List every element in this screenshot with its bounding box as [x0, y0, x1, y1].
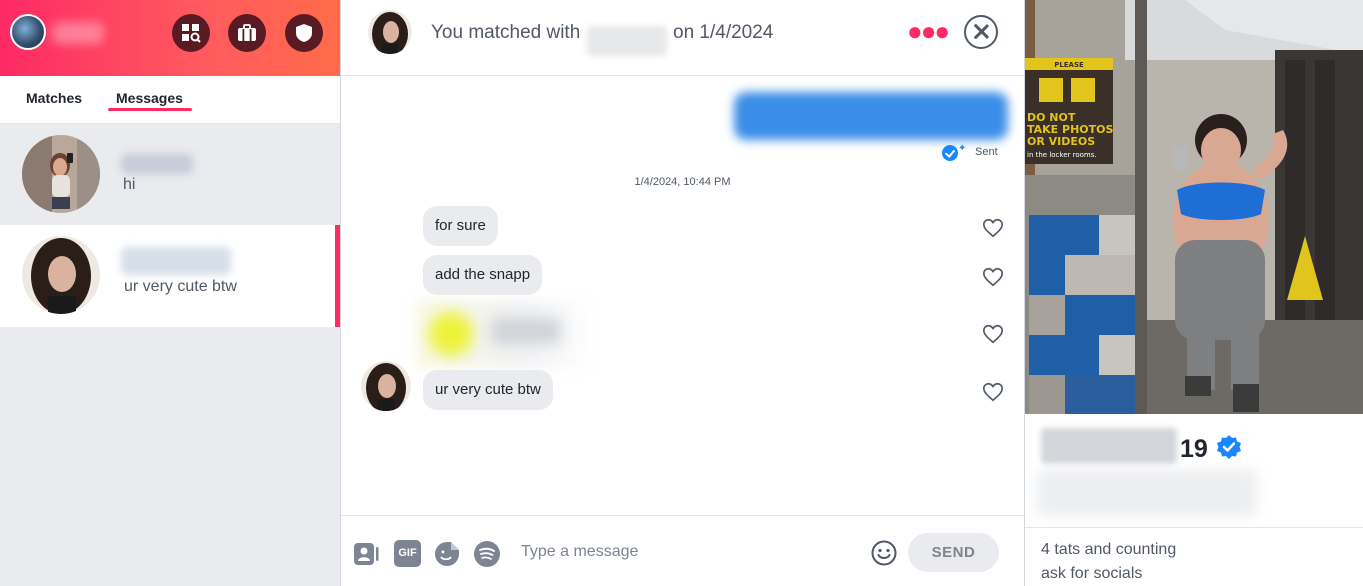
conversation-name-redacted [121, 154, 193, 174]
message-input[interactable] [521, 536, 841, 568]
profile-bio-line: 4 tats and counting [1041, 541, 1177, 558]
match-avatar[interactable] [368, 10, 412, 54]
chat-panel: You matched with on 1/4/2024 ●●● ✦ Sent … [341, 0, 1024, 586]
gif-button[interactable]: GIF [394, 540, 421, 567]
briefcase-button[interactable] [228, 14, 266, 52]
sender-avatar[interactable] [361, 361, 411, 411]
sign-line-3: OR VIDEOS [1027, 135, 1095, 148]
sparkle-icon: ✦ [958, 143, 967, 154]
redacted-snap-icon [429, 312, 473, 356]
read-check-icon [942, 145, 958, 161]
sign-line-4: in the locker rooms. [1027, 151, 1097, 159]
conversation-item[interactable]: hi [0, 124, 340, 226]
sign-please: PLEASE [1054, 61, 1084, 69]
emoji-icon[interactable] [871, 540, 897, 566]
redacted-text [491, 318, 561, 344]
more-options-icon[interactable]: ●●● [907, 18, 950, 44]
like-message-icon[interactable] [982, 323, 1004, 345]
tab-active-indicator [108, 108, 192, 111]
contact-card-icon[interactable] [352, 540, 380, 568]
like-message-icon[interactable] [982, 266, 1004, 288]
conversation-name-redacted [121, 247, 231, 275]
conversation-avatar [22, 135, 100, 213]
app-window: Matches Messages hi ur very cute btw You… [0, 0, 1363, 586]
explore-button[interactable] [172, 14, 210, 52]
conversation-preview: hi [123, 176, 136, 193]
sent-message-redacted [734, 92, 1008, 140]
sticker-icon[interactable] [433, 540, 461, 568]
conversation-item-active[interactable]: ur very cute btw [0, 225, 340, 327]
received-message: add the snapp [423, 255, 543, 295]
message-timestamp: 1/4/2024, 10:44 PM [634, 176, 731, 188]
explore-icon [182, 24, 201, 43]
profile-details-redacted [1037, 470, 1257, 516]
sidebar-header [0, 0, 340, 76]
active-conversation-indicator [335, 225, 340, 327]
verified-badge-icon [1217, 435, 1241, 459]
match-name-redacted [587, 26, 667, 56]
user-avatar[interactable] [10, 14, 46, 50]
profile-name-redacted [1041, 428, 1177, 464]
received-message: for sure [423, 206, 498, 246]
profile-age: 19 [1180, 435, 1208, 463]
chat-header: You matched with on 1/4/2024 ●●● [341, 0, 1024, 76]
message-composer: GIF SEND [341, 515, 1024, 586]
user-name-redacted [52, 22, 104, 44]
sidebar: Matches Messages hi ur very cute btw [0, 0, 341, 586]
close-chat-button[interactable] [964, 15, 998, 49]
spotify-icon[interactable] [473, 540, 501, 568]
like-message-icon[interactable] [982, 381, 1004, 403]
safety-button[interactable] [285, 14, 323, 52]
match-prefix-text: You matched with [431, 22, 581, 43]
briefcase-icon [238, 24, 256, 41]
tab-messages[interactable]: Messages [116, 90, 183, 106]
conversation-avatar [22, 236, 100, 314]
profile-photo[interactable]: PLEASE DO NOT TAKE PHOTOS OR VIDEOS in t… [1025, 0, 1363, 414]
profile-divider [1025, 527, 1363, 528]
conversation-preview: ur very cute btw [124, 278, 237, 295]
received-message: ur very cute btw [423, 370, 553, 410]
profile-bio-line: ask for socials [1041, 565, 1143, 582]
shield-icon [296, 24, 312, 42]
match-date-text: on 1/4/2024 [673, 22, 774, 43]
like-message-icon[interactable] [982, 217, 1004, 239]
sent-status: Sent [975, 146, 998, 158]
profile-panel: PLEASE DO NOT TAKE PHOTOS OR VIDEOS in t… [1024, 0, 1363, 586]
send-button[interactable]: SEND [908, 533, 999, 572]
sidebar-tabs: Matches Messages [0, 76, 340, 124]
tab-matches[interactable]: Matches [26, 90, 82, 106]
